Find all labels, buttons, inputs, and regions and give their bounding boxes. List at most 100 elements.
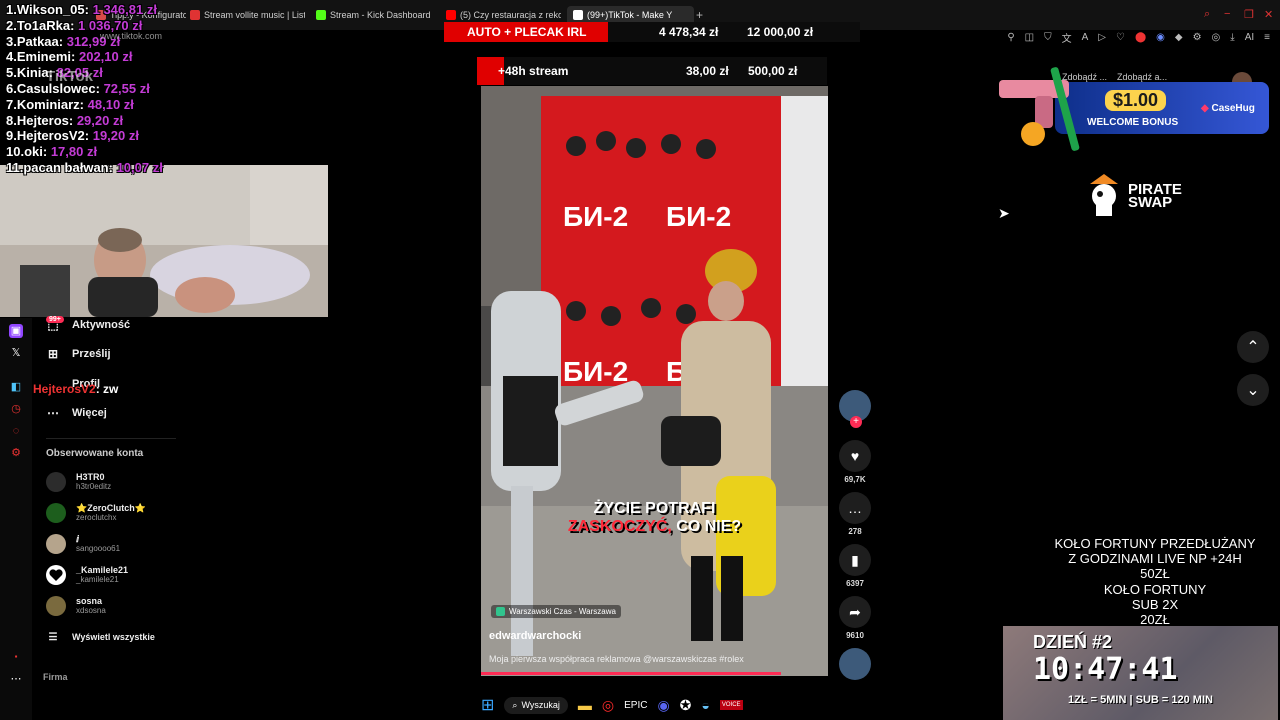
donation-leaderboard: 1.Wikson_05: 1 346,81 zł 2.To1aRka: 1 03…	[6, 2, 163, 176]
search-icon: ⌕	[512, 699, 518, 710]
ai-icon[interactable]: AI	[1245, 32, 1254, 43]
leaderboard-row: 10.oki: 17,80 zł	[6, 144, 98, 160]
music-disc-icon	[839, 648, 871, 680]
search-icon[interactable]: ⌕	[1204, 8, 1210, 21]
voicemod-icon[interactable]: VOICE	[719, 700, 743, 710]
avatar	[46, 596, 66, 616]
heart-icon[interactable]: ♡	[1116, 32, 1125, 43]
chevron-up-icon: ⌃	[1246, 339, 1260, 356]
chat-message: HejterosV2: zw	[33, 382, 119, 396]
webcam-feed	[0, 165, 328, 317]
browser-tab-kick-dashboard[interactable]: Stream - Kick Dashboard	[316, 6, 436, 24]
extension-icon[interactable]: ▪	[9, 650, 23, 664]
pirateswap-logo[interactable]: PIRATE SWAP	[1088, 174, 1182, 218]
app-icon[interactable]: ◧	[9, 380, 23, 394]
mouse-cursor-icon: ➤	[998, 205, 1010, 221]
like-button[interactable]: ♥ 69,7K	[839, 440, 871, 484]
share-icon: ➦	[839, 596, 871, 628]
tiktok-icon	[573, 10, 583, 20]
scroll-up-button[interactable]: ⌃	[1237, 331, 1269, 363]
subathon-timer: DZIEŃ #2 10:47:41 1ZŁ = 5MIN | SUB = 120…	[1003, 626, 1278, 720]
more-icon: ⋯	[47, 406, 59, 420]
browser-tab-stream-music[interactable]: Stream vollite music | Listl	[190, 6, 305, 24]
puzzle-icon[interactable]: ⚙	[1193, 32, 1202, 43]
wheel-of-fortune-info: KOŁO FORTUNY PRZEDŁUŻANY Z GODZINAMI LIV…	[1054, 536, 1256, 628]
followed-accounts-title: Obserwowane konta	[46, 448, 144, 459]
game-icon[interactable]: ✪	[680, 697, 692, 714]
audio-icon[interactable]: ◉	[1156, 32, 1165, 43]
record-icon[interactable]: ⬤	[1135, 32, 1146, 43]
goal-label: AUTO + PLECAK IRL	[467, 25, 587, 39]
url-bar[interactable]: www.tiktok.com	[100, 31, 162, 41]
more-dots-icon[interactable]: ⋯	[9, 672, 23, 686]
pirate-icon	[1090, 174, 1118, 216]
poster-text: БИ-2	[563, 201, 628, 232]
bonus-text: WELCOME BONUS	[1087, 117, 1179, 128]
poster-text: БИ-2	[666, 201, 731, 232]
download-icon[interactable]: ⤓	[1230, 32, 1234, 43]
casehug-brand: ◆ CaseHug	[1201, 103, 1255, 114]
footer-company-link[interactable]: Firma	[43, 672, 68, 682]
show-all-button[interactable]: ☰ Wyświetl wszystkie	[46, 630, 155, 644]
taskbar-search[interactable]: ⌕ Wyszukaj	[504, 696, 568, 714]
browser-toolbar: ⚲ ◫ ⛉ 文 A ▷ ♡ ⬤ ◉ ◆ ⚙ ◎ ⤓ AI ≡	[1007, 30, 1270, 45]
video-caption: Moja pierwsza współpraca reklamowa @wars…	[489, 654, 744, 664]
video-progress-bar[interactable]	[481, 672, 781, 675]
nav-more[interactable]: ⋯ Więcej	[46, 406, 107, 420]
epic-games-icon[interactable]: EPIC	[624, 700, 647, 711]
poster-text: БИ-2	[563, 356, 628, 387]
leaderboard-row: 11.pacan bałwan: 10,07 zł	[6, 159, 163, 175]
read-aloud-icon[interactable]: A	[1082, 32, 1089, 43]
bookmark-icon: ▮	[839, 544, 871, 576]
discord-icon[interactable]: ◉	[657, 697, 669, 714]
profile-icon[interactable]: ◎	[1212, 32, 1221, 43]
windows-start-icon[interactable]: ⊞	[481, 695, 494, 715]
extension-icon[interactable]: ◆	[1175, 32, 1183, 43]
timer-day: DZIEŃ #2	[1033, 632, 1113, 652]
clock-icon[interactable]: ◷	[9, 402, 23, 416]
comment-button[interactable]: … 278	[839, 492, 871, 536]
goal-label: +48h stream	[498, 64, 569, 78]
followed-account[interactable]: _Kamilele21 _kamilele21	[46, 565, 128, 585]
folder-icon[interactable]: ▬	[578, 697, 592, 713]
x-icon[interactable]: 𝕏	[9, 346, 23, 360]
share-button[interactable]: ➦ 9610	[839, 596, 871, 640]
twitch-icon[interactable]: ▣	[9, 324, 23, 338]
bonus-amount: $1.00	[1105, 90, 1167, 111]
play-icon[interactable]: ▷	[1098, 32, 1106, 43]
followed-account[interactable]: ⅈ sangoooo61	[46, 534, 120, 554]
camera-icon[interactable]: ◫	[1025, 32, 1034, 43]
timer-rule: 1ZŁ = 5MIN | SUB = 120 MIN	[1068, 694, 1213, 706]
followed-account[interactable]: H3TR0 h3tr0editz	[46, 472, 111, 492]
steam-icon[interactable]: ◒	[701, 697, 709, 713]
menu-icon[interactable]: ≡	[1264, 32, 1270, 43]
scroll-down-button[interactable]: ⌄	[1237, 374, 1269, 406]
settings-icon[interactable]: ⚙	[9, 446, 23, 460]
close-icon[interactable]: ✕	[1264, 8, 1273, 21]
followed-account[interactable]: sosna xdsosna	[46, 596, 106, 616]
new-tab-button[interactable]: +	[696, 8, 703, 22]
followed-account[interactable]: ⭐ZeroClutch⭐ zeroclutchx	[46, 503, 146, 523]
video-frame: БИ-2 БИ-2 БИ-2 БИ-2	[481, 86, 828, 676]
youtube-icon	[190, 10, 200, 20]
follow-plus-icon[interactable]: +	[850, 416, 862, 428]
video-author[interactable]: edwardwarchocki	[489, 630, 581, 642]
author-avatar-button[interactable]: +	[839, 390, 871, 428]
translate-icon[interactable]: 文	[1062, 30, 1072, 45]
leaderboard-row: 1.Wikson_05: 1 346,81 zł	[6, 2, 157, 17]
save-button[interactable]: ▮ 6397	[839, 544, 871, 588]
minimize-icon[interactable]: −	[1224, 8, 1230, 20]
nav-upload[interactable]: ⊞ Prześlij	[46, 347, 111, 361]
opera-icon[interactable]: ◎	[602, 697, 614, 714]
shield-icon[interactable]: ⛉	[1044, 32, 1052, 43]
leaderboard-row: 8.Hejteros: 29,20 zł	[6, 112, 124, 128]
youtube-icon	[446, 10, 456, 20]
goal-current: 38,00 zł	[686, 64, 729, 78]
pin-icon[interactable]: ⚲	[1007, 32, 1014, 43]
music-disc-button[interactable]	[839, 648, 871, 680]
casehug-ad[interactable]: $1.00 WELCOME BONUS ◆ CaseHug	[995, 66, 1269, 152]
location-tag[interactable]: Warszawski Czas - Warszawa	[491, 605, 621, 618]
maximize-icon[interactable]: ❐	[1244, 8, 1254, 21]
chat-icon[interactable]: ◌	[9, 424, 23, 438]
video-player[interactable]: БИ-2 БИ-2 БИ-2 БИ-2 ŻYCIE POTRAFI ZASKOC…	[481, 86, 828, 676]
